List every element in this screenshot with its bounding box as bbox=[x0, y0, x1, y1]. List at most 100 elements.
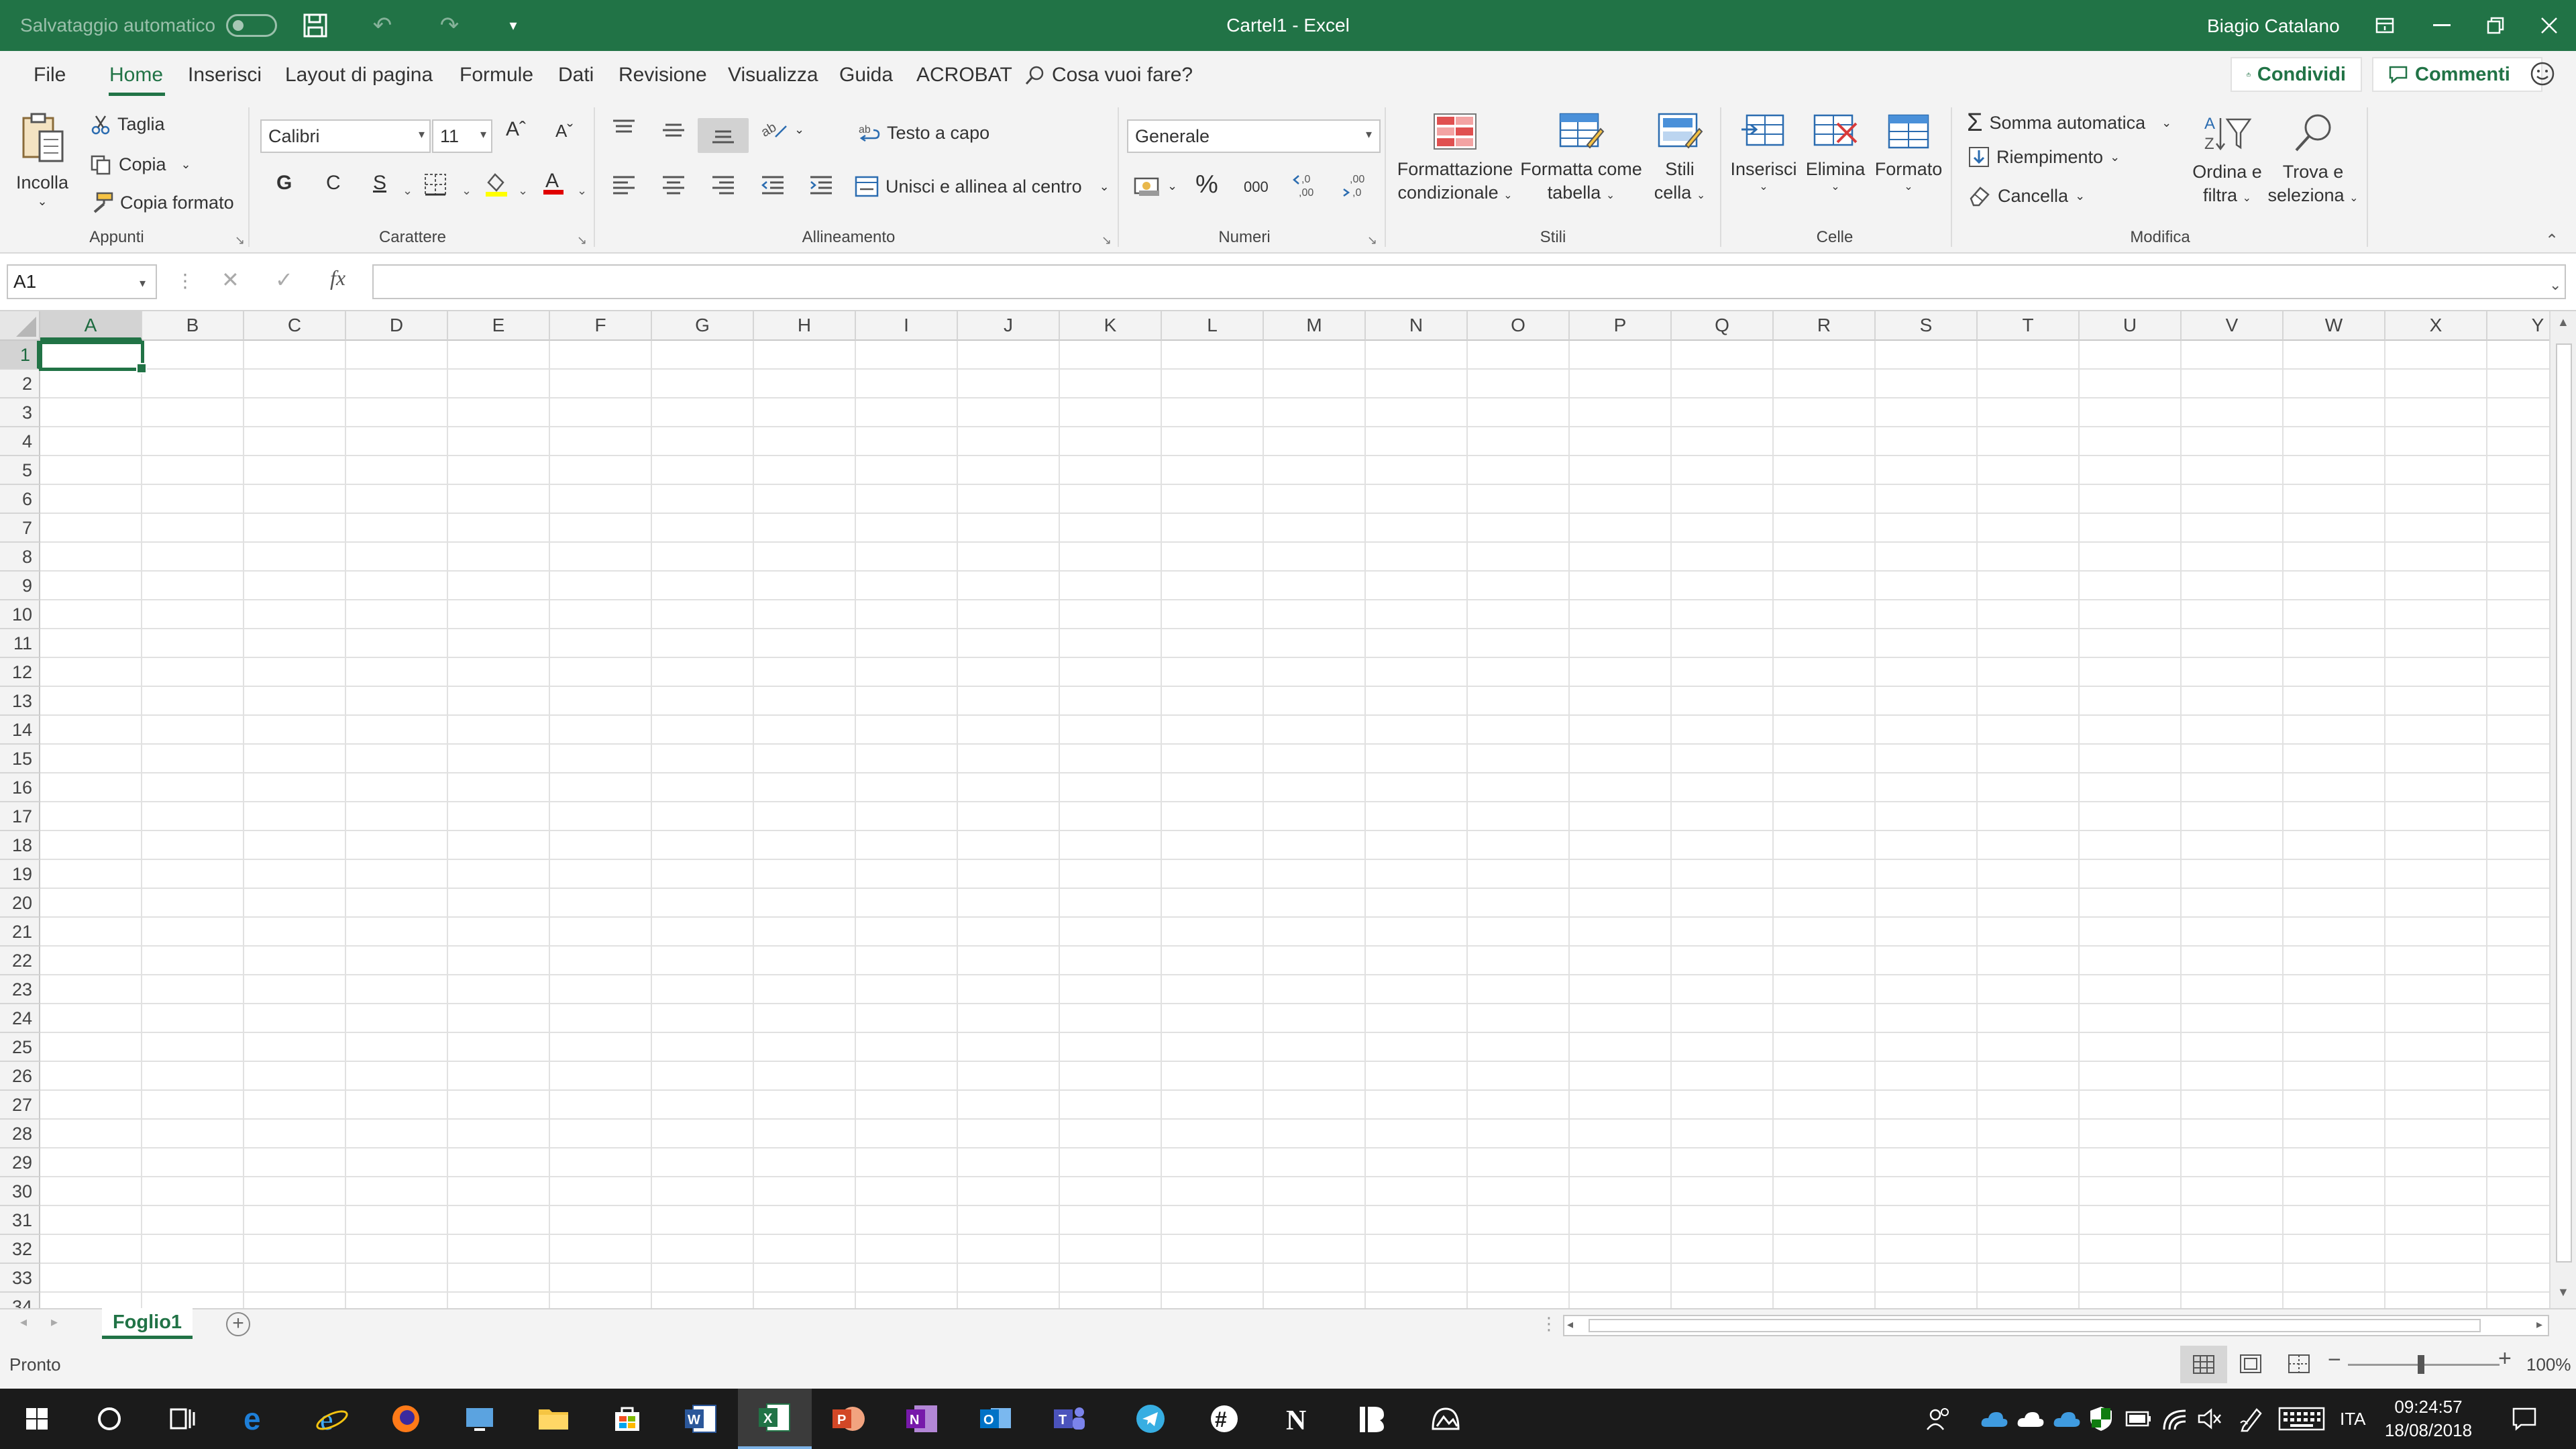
powerpoint-icon[interactable]: P bbox=[812, 1389, 885, 1449]
name-box[interactable]: A1 bbox=[7, 264, 157, 299]
row-header-1[interactable]: 1 bbox=[0, 341, 40, 370]
new-sheet-icon[interactable]: + bbox=[226, 1312, 250, 1336]
expand-formula-bar-icon[interactable]: ⌄ bbox=[2549, 276, 2561, 294]
cancel-entry-icon[interactable]: ✕ bbox=[221, 267, 239, 292]
column-header-e[interactable]: E bbox=[448, 311, 550, 341]
align-top-button[interactable] bbox=[612, 118, 636, 140]
row-header-5[interactable]: 5 bbox=[0, 456, 40, 485]
font-color-button[interactable]: A bbox=[542, 169, 565, 196]
align-left-button[interactable] bbox=[612, 174, 636, 195]
format-painter-button[interactable]: Copia formato bbox=[91, 192, 234, 213]
column-header-a[interactable]: A bbox=[40, 311, 142, 341]
tab-split-handle[interactable]: ⋮ bbox=[1540, 1313, 1558, 1334]
people-icon[interactable] bbox=[1925, 1389, 1952, 1449]
zoom-slider-thumb[interactable] bbox=[2418, 1355, 2424, 1374]
delete-cells-button[interactable]: Elimina ⌄ bbox=[1801, 111, 1870, 193]
column-header-x[interactable]: X bbox=[2385, 311, 2487, 341]
column-header-h[interactable]: H bbox=[754, 311, 856, 341]
column-header-g[interactable]: G bbox=[652, 311, 754, 341]
app-icon[interactable] bbox=[1335, 1389, 1409, 1449]
volume-muted-icon[interactable] bbox=[2196, 1389, 2223, 1449]
active-cell[interactable] bbox=[39, 341, 147, 374]
column-header-r[interactable]: R bbox=[1774, 311, 1876, 341]
merge-center-button[interactable]: Unisci e allinea al centro ⌄ bbox=[855, 176, 1110, 197]
comments-button[interactable]: Commenti bbox=[2372, 57, 2542, 92]
row-header-7[interactable]: 7 bbox=[0, 514, 40, 543]
onedrive-business-icon[interactable] bbox=[2053, 1389, 2081, 1449]
column-header-k[interactable]: K bbox=[1060, 311, 1162, 341]
increase-font-size-button[interactable]: Aˆ bbox=[506, 118, 526, 141]
cut-button[interactable]: Taglia bbox=[91, 114, 165, 135]
dialog-launcher-icon[interactable]: ↘ bbox=[577, 233, 587, 248]
underline-button[interactable]: S bbox=[373, 172, 386, 195]
orientation-button[interactable]: ab ⌄ bbox=[761, 118, 804, 141]
scroll-up-icon[interactable]: ▲ bbox=[2557, 315, 2569, 329]
column-header-f[interactable]: F bbox=[550, 311, 652, 341]
increase-indent-button[interactable] bbox=[809, 174, 833, 195]
row-header-10[interactable]: 10 bbox=[0, 600, 40, 629]
column-header-v[interactable]: V bbox=[2182, 311, 2284, 341]
excel-icon[interactable]: X bbox=[738, 1389, 812, 1449]
cells-area[interactable] bbox=[40, 341, 2549, 1308]
tab-help[interactable]: Guida bbox=[839, 51, 893, 99]
column-header-m[interactable]: M bbox=[1264, 311, 1366, 341]
row-header-9[interactable]: 9 bbox=[0, 572, 40, 600]
input-language[interactable]: ITA bbox=[2340, 1389, 2366, 1449]
zoom-in-icon[interactable]: + bbox=[2498, 1346, 2512, 1372]
taskbar-clock[interactable]: 09:24:57 18/08/2018 bbox=[2375, 1395, 2482, 1442]
row-header-23[interactable]: 23 bbox=[0, 975, 40, 1004]
ribbon-display-options-icon[interactable] bbox=[2358, 0, 2412, 51]
comma-style-button[interactable]: 000 bbox=[1244, 178, 1269, 196]
tab-acrobat[interactable]: ACROBAT bbox=[916, 51, 1012, 99]
dialog-launcher-icon[interactable]: ↘ bbox=[1367, 233, 1377, 248]
column-header-w[interactable]: W bbox=[2284, 311, 2385, 341]
row-header-2[interactable]: 2 bbox=[0, 370, 40, 398]
chevron-down-icon[interactable]: ▾ bbox=[1366, 127, 1372, 142]
insert-cells-button[interactable]: Inserisci ⌄ bbox=[1727, 111, 1801, 193]
row-header-34[interactable]: 34 bbox=[0, 1293, 40, 1308]
windows-defender-icon[interactable] bbox=[2089, 1389, 2113, 1449]
page-layout-view-icon[interactable] bbox=[2239, 1354, 2262, 1377]
row-header-3[interactable]: 3 bbox=[0, 398, 40, 427]
vertical-scroll-thumb[interactable] bbox=[2556, 343, 2572, 1263]
column-header-s[interactable]: S bbox=[1876, 311, 1978, 341]
insert-function-icon[interactable]: fx bbox=[330, 266, 345, 290]
row-header-17[interactable]: 17 bbox=[0, 802, 40, 831]
zoom-level[interactable]: 100% bbox=[2526, 1340, 2571, 1389]
row-header-16[interactable]: 16 bbox=[0, 773, 40, 802]
format-as-table-button[interactable]: Formatta come tabella ⌄ bbox=[1517, 111, 1645, 207]
tell-me-box[interactable]: Cosa vuoi fare? bbox=[1025, 51, 1193, 99]
vertical-scrollbar[interactable]: ▲ ▼ bbox=[2549, 311, 2576, 1308]
row-header-15[interactable]: 15 bbox=[0, 745, 40, 773]
row-header-18[interactable]: 18 bbox=[0, 831, 40, 860]
onenote-icon[interactable]: N bbox=[885, 1389, 959, 1449]
tab-page-layout[interactable]: Layout di pagina bbox=[285, 51, 433, 99]
share-button[interactable]: Condividi bbox=[2231, 57, 2362, 92]
scroll-down-icon[interactable]: ▼ bbox=[2557, 1285, 2569, 1299]
onedrive-icon[interactable] bbox=[1980, 1389, 2008, 1449]
accounting-format-button[interactable]: ⌄ bbox=[1134, 174, 1177, 197]
bold-button[interactable]: G bbox=[276, 172, 292, 195]
horizontal-scrollbar[interactable]: ◂ ▸ bbox=[1563, 1315, 2549, 1336]
feedback-smiley-icon[interactable] bbox=[2529, 60, 2559, 90]
notion-icon[interactable]: N bbox=[1261, 1389, 1335, 1449]
internet-explorer-icon[interactable]: e bbox=[295, 1389, 369, 1449]
column-header-p[interactable]: P bbox=[1570, 311, 1672, 341]
row-header-27[interactable]: 27 bbox=[0, 1091, 40, 1120]
customize-toolbar-icon[interactable]: ▾ bbox=[496, 0, 530, 51]
pen-workspace-icon[interactable] bbox=[2238, 1389, 2265, 1449]
scroll-left-icon[interactable]: ◂ bbox=[1567, 1318, 1573, 1332]
next-sheet-icon[interactable]: ▸ bbox=[51, 1313, 58, 1330]
row-header-24[interactable]: 24 bbox=[0, 1004, 40, 1033]
row-header-30[interactable]: 30 bbox=[0, 1177, 40, 1206]
fill-color-button[interactable] bbox=[484, 172, 508, 197]
restore-icon[interactable] bbox=[2469, 0, 2522, 51]
decrease-indent-button[interactable] bbox=[761, 174, 785, 195]
row-header-12[interactable]: 12 bbox=[0, 658, 40, 687]
more-options-icon[interactable]: ⋮ bbox=[176, 270, 195, 292]
row-header-11[interactable]: 11 bbox=[0, 629, 40, 658]
row-header-31[interactable]: 31 bbox=[0, 1206, 40, 1235]
autosum-button[interactable]: Σ Somma automatica ⌄ bbox=[1967, 109, 2171, 138]
select-all-corner[interactable] bbox=[0, 311, 40, 341]
row-header-19[interactable]: 19 bbox=[0, 860, 40, 889]
